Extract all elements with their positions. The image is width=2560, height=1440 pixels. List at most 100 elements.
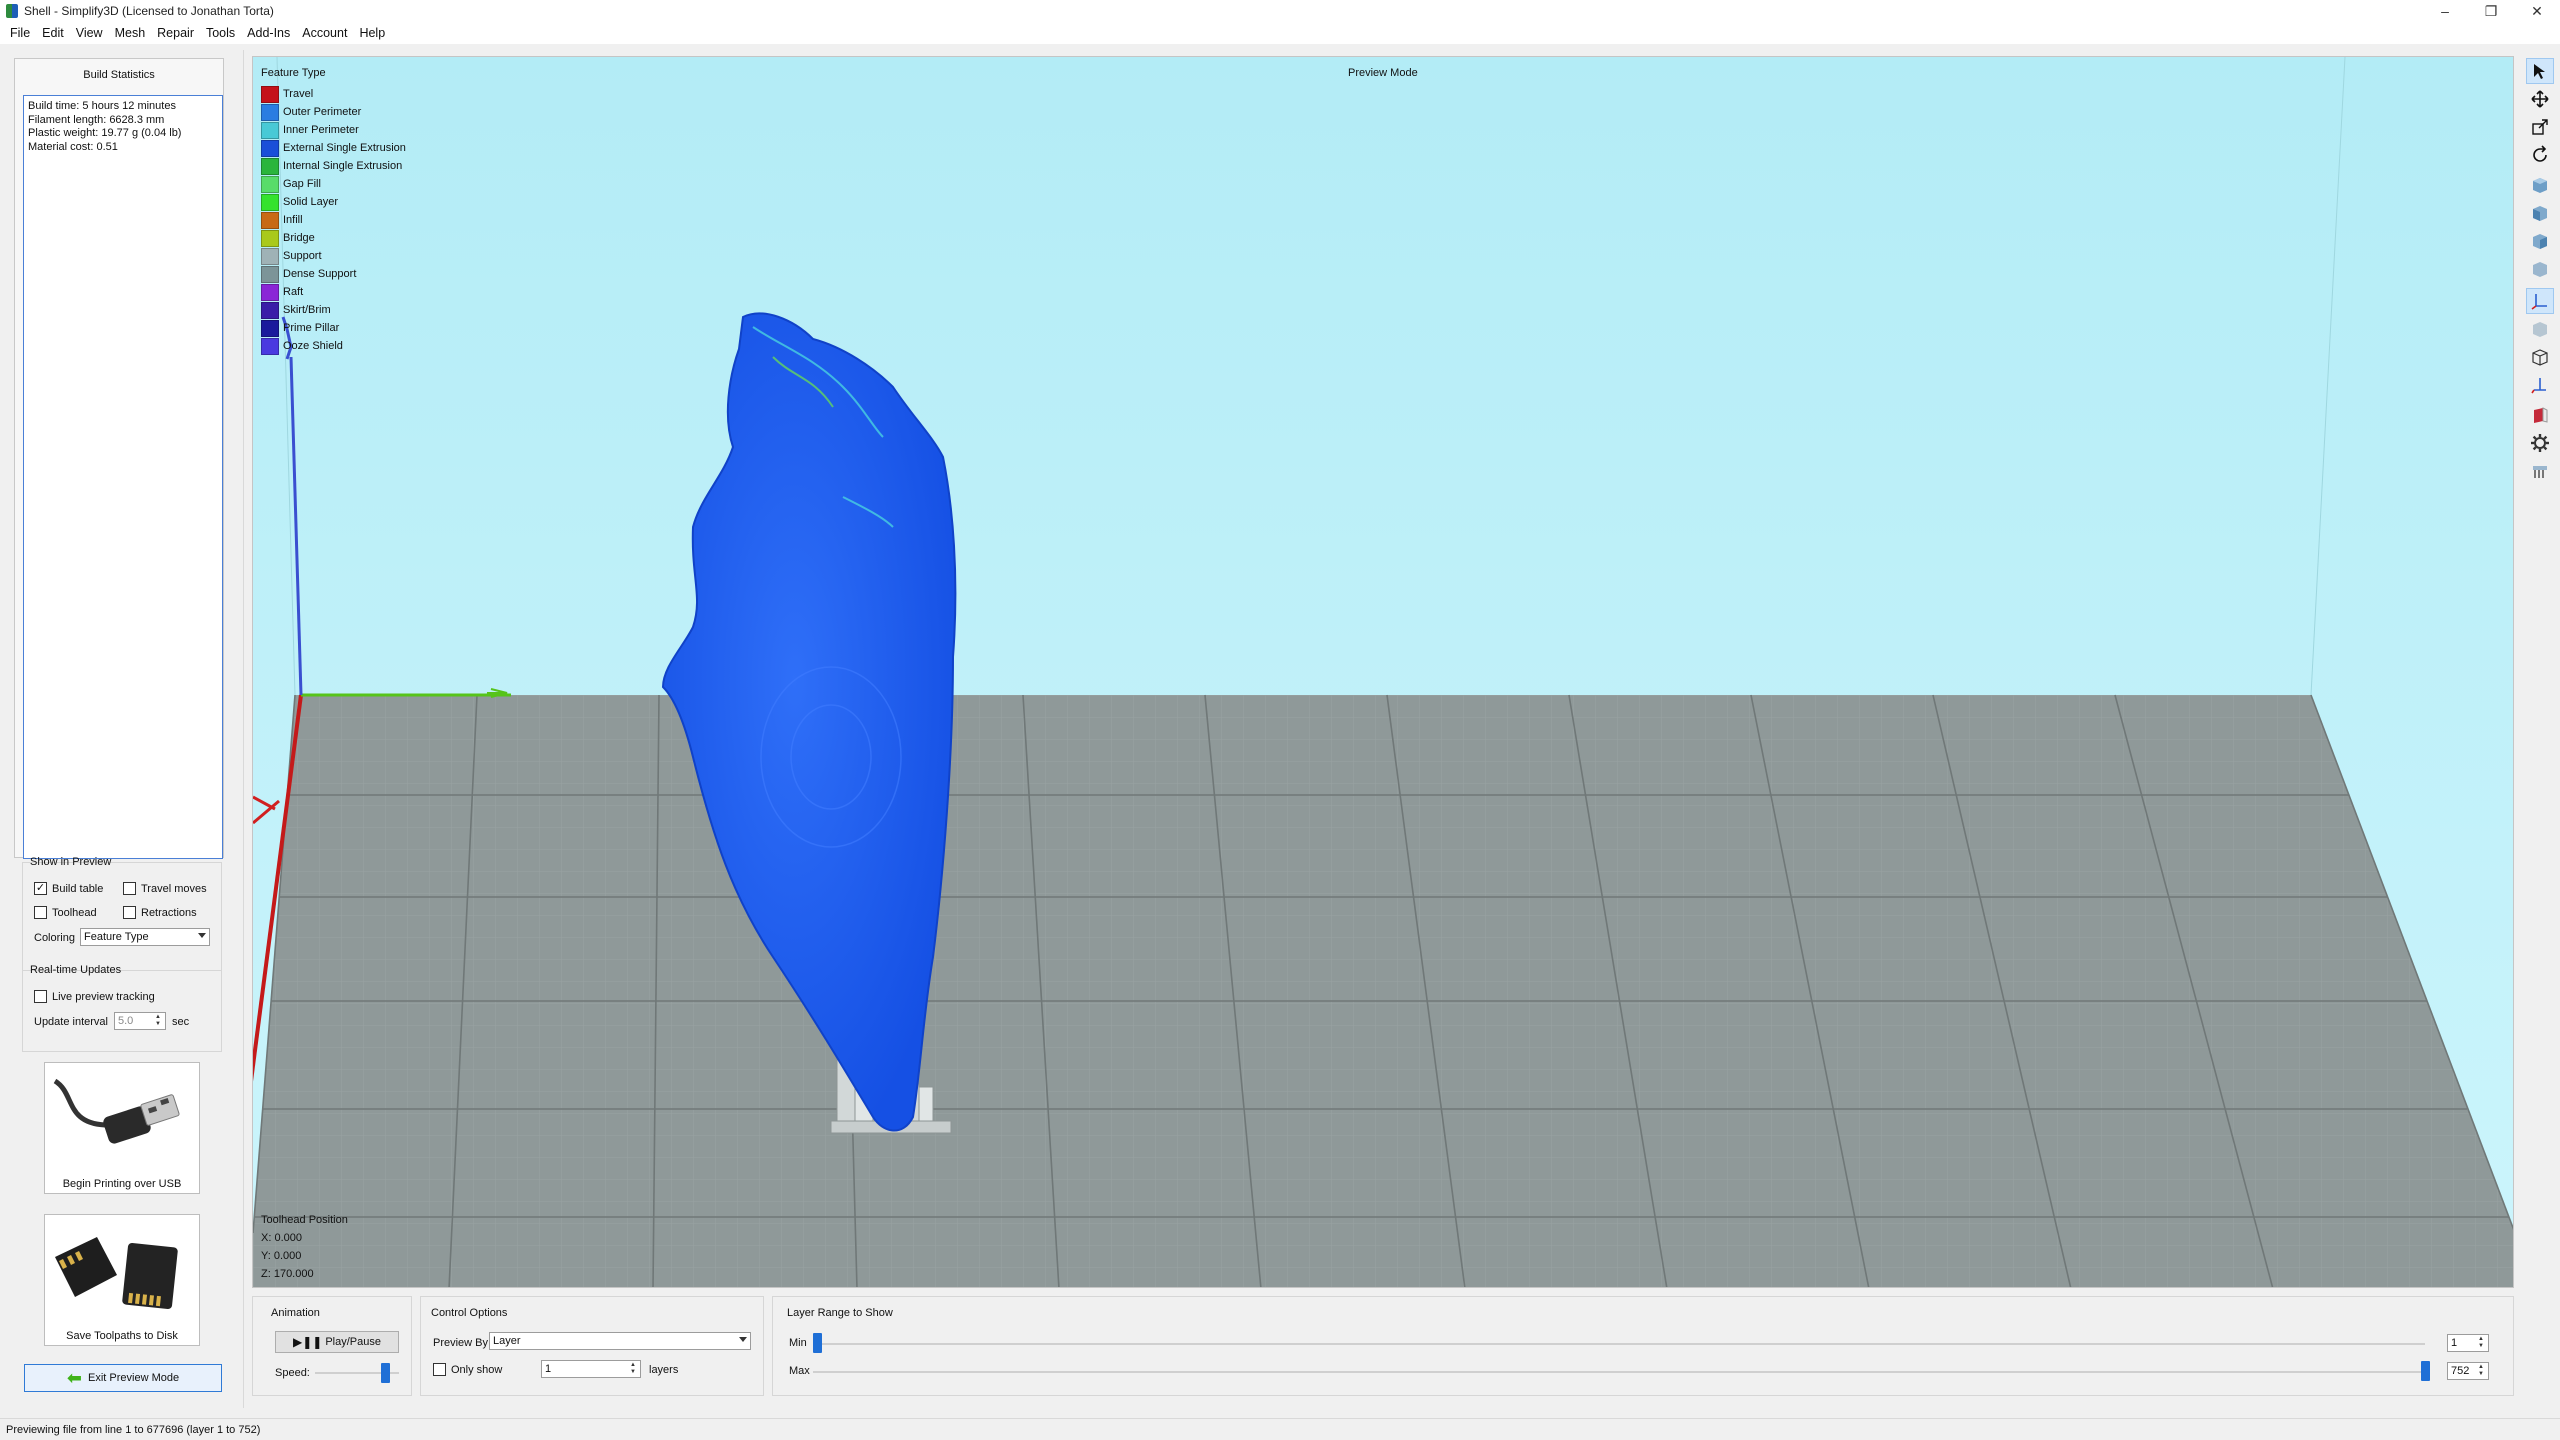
restore-button[interactable]: ❐ bbox=[2468, 0, 2514, 22]
legend-swatch bbox=[261, 229, 279, 247]
view-iso-icon[interactable] bbox=[2526, 256, 2554, 282]
only-show-option[interactable]: Only show bbox=[433, 1363, 502, 1376]
exit-preview-mode-label: Exit Preview Mode bbox=[88, 1372, 180, 1384]
legend-swatch bbox=[261, 283, 279, 301]
menu-edit[interactable]: Edit bbox=[36, 26, 70, 40]
spinner-arrows-icon[interactable]: ▲ ▼ bbox=[155, 1014, 163, 1028]
menu-account[interactable]: Account bbox=[296, 26, 353, 40]
cross-section-icon[interactable] bbox=[2526, 402, 2554, 428]
preview-mode-label: Preview Mode bbox=[1348, 67, 1418, 79]
legend-swatch bbox=[261, 157, 279, 175]
scale-icon[interactable] bbox=[2526, 114, 2554, 140]
speed-slider-thumb[interactable] bbox=[381, 1363, 390, 1383]
only-show-spinner[interactable]: 1 ▲ ▼ bbox=[541, 1360, 641, 1378]
toolhead-position-title: Toolhead Position bbox=[261, 1214, 348, 1226]
feature-type-legend: Travel Outer Perimeter Inner Perimeter Exte… bbox=[261, 85, 406, 355]
axes-icon[interactable] bbox=[2526, 288, 2554, 314]
build-statistics-text[interactable]: Build time: 5 hours 12 minutes Filament … bbox=[23, 95, 223, 859]
select-icon[interactable] bbox=[2526, 58, 2554, 84]
chevron-down-icon bbox=[739, 1337, 747, 1342]
live-tracking-checkbox[interactable] bbox=[34, 990, 47, 1003]
legend-item: Inner Perimeter bbox=[261, 121, 406, 139]
menu-tools[interactable]: Tools bbox=[200, 26, 241, 40]
preview-by-select[interactable]: Layer bbox=[489, 1332, 751, 1350]
live-tracking-option[interactable]: Live preview tracking bbox=[34, 990, 155, 1003]
save-toolpaths-label: Save Toolpaths to Disk bbox=[66, 1330, 178, 1342]
legend-swatch bbox=[261, 301, 279, 319]
rotate-icon[interactable] bbox=[2526, 142, 2554, 168]
tool-icon[interactable] bbox=[2526, 372, 2554, 398]
plastic-weight: Plastic weight: 19.77 g (0.04 lb) bbox=[28, 127, 182, 139]
legend-label: Travel bbox=[283, 88, 314, 100]
legend-swatch bbox=[261, 265, 279, 283]
menu-add-ins[interactable]: Add-Ins bbox=[241, 26, 296, 40]
coloring-value: Feature Type bbox=[84, 931, 149, 943]
menu-mesh[interactable]: Mesh bbox=[109, 26, 152, 40]
max-slider-thumb[interactable] bbox=[2421, 1361, 2430, 1381]
legend-item: Solid Layer bbox=[261, 193, 406, 211]
menu-bar: File Edit View Mesh Repair Tools Add-Ins… bbox=[0, 22, 2560, 44]
status-text: Previewing file from line 1 to 677696 (l… bbox=[6, 1423, 261, 1436]
view-top-icon[interactable] bbox=[2526, 172, 2554, 198]
min-slider-thumb[interactable] bbox=[813, 1333, 822, 1353]
legend-item: Raft bbox=[261, 283, 406, 301]
menu-help[interactable]: Help bbox=[353, 26, 391, 40]
legend-label: Raft bbox=[283, 286, 304, 298]
toolhead-position: Toolhead Position X: 0.000 Y: 0.000 Z: 1… bbox=[261, 1211, 348, 1283]
close-button[interactable]: ✕ bbox=[2514, 0, 2560, 22]
view-front-icon[interactable] bbox=[2526, 200, 2554, 226]
menu-view[interactable]: View bbox=[70, 26, 109, 40]
spinner-arrows-icon[interactable]: ▲ ▼ bbox=[2478, 1364, 2486, 1378]
3d-viewport[interactable]: Feature Type Travel Outer Perimeter Inner … bbox=[252, 56, 2514, 1288]
legend-swatch bbox=[261, 103, 279, 121]
spinner-arrows-icon[interactable]: ▲ ▼ bbox=[2478, 1336, 2486, 1350]
right-toolbar bbox=[2520, 56, 2560, 526]
preview-by-label: Preview By bbox=[433, 1337, 489, 1349]
max-slider-track[interactable] bbox=[813, 1371, 2425, 1373]
scene-canvas[interactable] bbox=[253, 57, 2514, 1288]
menu-repair[interactable]: Repair bbox=[151, 26, 200, 40]
minimize-button[interactable]: – bbox=[2422, 0, 2468, 22]
usb-cable-icon bbox=[53, 1078, 180, 1144]
retractions-checkbox[interactable] bbox=[123, 906, 136, 919]
cube-icon[interactable] bbox=[2526, 316, 2554, 342]
build-statistics-title: Build Statistics bbox=[83, 69, 155, 81]
view-right-icon[interactable] bbox=[2526, 228, 2554, 254]
min-layer-value: 1 bbox=[2451, 1337, 2458, 1349]
exit-preview-mode-button[interactable]: ⬅ Exit Preview Mode bbox=[24, 1364, 222, 1392]
travel-moves-option[interactable]: Travel moves bbox=[123, 882, 207, 895]
only-show-checkbox[interactable] bbox=[433, 1363, 446, 1376]
spinner-arrows-icon[interactable]: ▲ ▼ bbox=[630, 1362, 638, 1376]
travel-moves-checkbox[interactable] bbox=[123, 882, 136, 895]
legend-label: Solid Layer bbox=[283, 196, 339, 208]
legend-swatch bbox=[261, 193, 279, 211]
animation-title: Animation bbox=[271, 1307, 320, 1319]
update-interval-spinner[interactable]: 5.0 ▲ ▼ bbox=[114, 1012, 166, 1030]
move-icon[interactable] bbox=[2526, 86, 2554, 112]
control-options-group: Control Options Preview By Layer Only sh… bbox=[420, 1296, 764, 1396]
max-layer-spinner[interactable]: 752 ▲ ▼ bbox=[2447, 1362, 2489, 1380]
live-tracking-label: Live preview tracking bbox=[52, 990, 155, 1003]
wireframe-icon[interactable] bbox=[2526, 344, 2554, 370]
settings-gear-icon[interactable] bbox=[2526, 430, 2554, 456]
coloring-select[interactable]: Feature Type bbox=[80, 928, 210, 946]
legend-swatch bbox=[261, 247, 279, 265]
min-slider-track[interactable] bbox=[813, 1343, 2425, 1345]
retractions-option[interactable]: Retractions bbox=[123, 906, 197, 919]
legend-label: Skirt/Brim bbox=[283, 304, 331, 316]
support-icon[interactable] bbox=[2526, 458, 2554, 484]
toolhead-option[interactable]: Toolhead bbox=[34, 906, 97, 919]
toolhead-checkbox[interactable] bbox=[34, 906, 47, 919]
legend-label: Support bbox=[283, 250, 322, 262]
toolhead-x: X: 0.000 bbox=[261, 1232, 302, 1244]
begin-printing-usb-button[interactable]: Begin Printing over USB bbox=[44, 1062, 200, 1194]
chevron-down-icon bbox=[198, 933, 206, 938]
min-layer-spinner[interactable]: 1 ▲ ▼ bbox=[2447, 1334, 2489, 1352]
menu-file[interactable]: File bbox=[4, 26, 36, 40]
build-table-option[interactable]: ✓ Build table bbox=[34, 882, 103, 895]
toolhead-y: Y: 0.000 bbox=[261, 1250, 302, 1262]
play-pause-button[interactable]: ▶❚❚ Play/Pause bbox=[275, 1331, 399, 1353]
sd-card-icon bbox=[55, 1237, 178, 1310]
save-toolpaths-button[interactable]: Save Toolpaths to Disk bbox=[44, 1214, 200, 1346]
build-table-checkbox[interactable]: ✓ bbox=[34, 882, 47, 895]
